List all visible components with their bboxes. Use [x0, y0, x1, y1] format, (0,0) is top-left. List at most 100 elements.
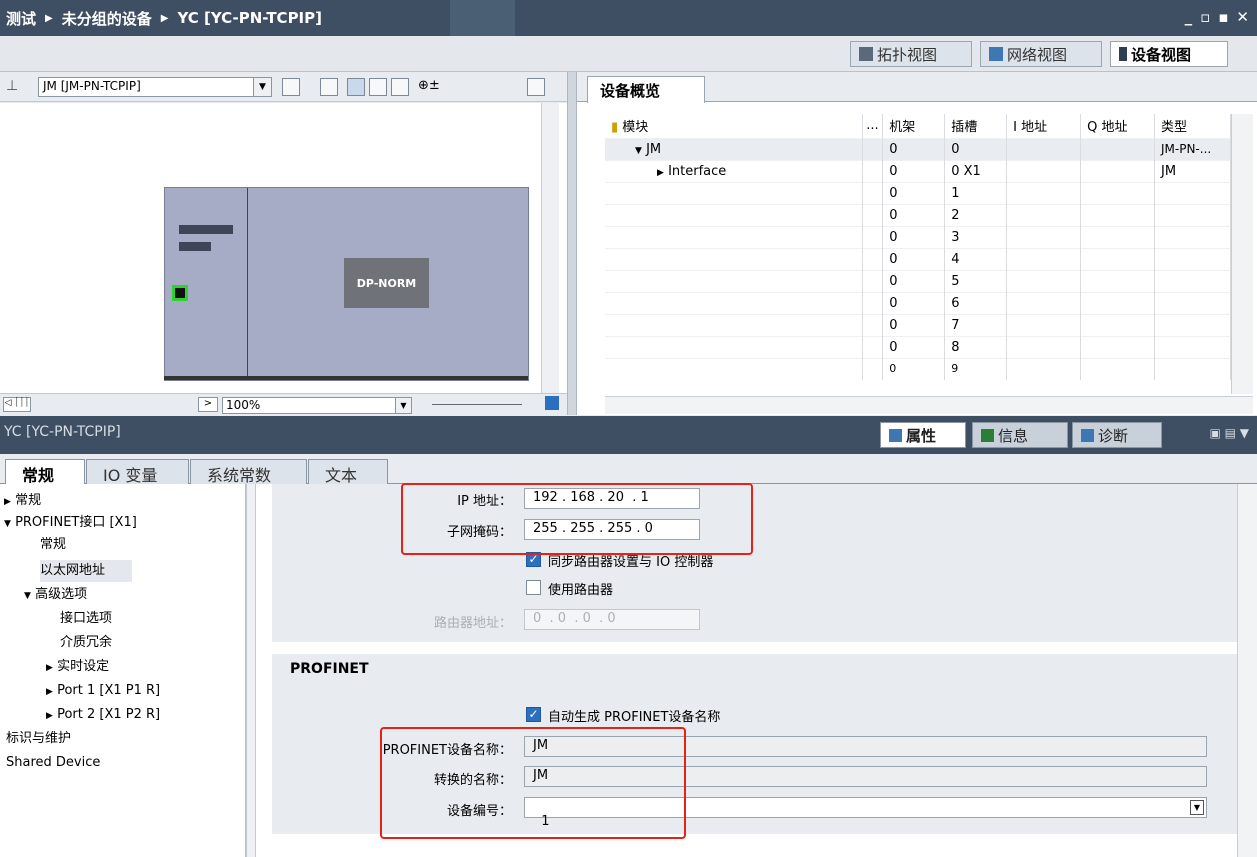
status-led-bar — [179, 242, 211, 251]
chevron-down-icon[interactable]: ▼ — [395, 398, 411, 413]
breadcrumb-device[interactable]: YC [YC-PN-TCPIP] — [177, 9, 322, 27]
chevron-down-icon[interactable]: ▼ — [635, 146, 642, 156]
table-row[interactable]: ▶ Interface 00 X1 JM — [605, 159, 1231, 182]
tab-general[interactable]: 常规 — [5, 459, 85, 485]
annotation-box-ip — [401, 483, 753, 555]
profinet-port-icon[interactable] — [172, 285, 188, 301]
close-button[interactable]: ✕ — [1236, 8, 1249, 26]
router-address-field[interactable]: 0 . 0 . 0 . 0 — [524, 609, 700, 630]
tab-io-tags[interactable]: IO 变量 — [86, 459, 189, 485]
table-row[interactable]: 05 — [605, 269, 1231, 292]
chevron-right-icon[interactable]: ▶ — [657, 168, 664, 178]
table-row[interactable]: ▼ JM 0 0 JM-PN-... — [605, 137, 1231, 160]
tab-device-view[interactable]: 设备视图 — [1110, 41, 1228, 67]
maximize-button[interactable]: ▪ — [1218, 8, 1228, 26]
tab-info[interactable]: 信息 — [972, 422, 1068, 448]
column-header-slot[interactable]: 插槽 — [944, 114, 1008, 138]
restore-button[interactable]: ▫ — [1200, 8, 1210, 26]
nav-item-general[interactable]: ▶ 常规 — [4, 490, 41, 512]
column-header-i-address[interactable]: I 地址 — [1006, 114, 1082, 138]
tab-topology-view[interactable]: 拓扑视图 — [850, 41, 972, 67]
device-overview-table: ▮ 模块 ... 机架 插槽 I 地址 Q 地址 类型 ▼ JM 0 0 JM-PN… — [605, 114, 1231, 380]
tab-network-view[interactable]: 网络视图 — [980, 41, 1102, 67]
nav-item-interface-general[interactable]: 常规 — [40, 534, 66, 556]
nav-item-profinet-interface[interactable]: ▼ PROFINET接口 [X1] — [4, 512, 137, 534]
scroll-left-icon[interactable]: ◁ ⏐⏐⏐ — [3, 397, 31, 412]
chevron-down-icon[interactable]: ▼ — [24, 591, 31, 601]
column-header-type[interactable]: 类型 — [1154, 114, 1231, 138]
titlebar-highlight — [450, 0, 515, 36]
table-row[interactable]: 08 — [605, 335, 1231, 358]
chevron-right-icon[interactable]: ▶ — [46, 663, 53, 673]
minimize-button[interactable]: _ — [1185, 8, 1193, 26]
tab-device-overview[interactable]: 设备概览 — [587, 76, 705, 103]
nav-item-port-2[interactable]: ▶ Port 2 [X1 P2 R] — [46, 704, 160, 726]
panel-controls-icon[interactable]: ▣ ▤ ▼ — [1209, 426, 1249, 440]
table-row[interactable]: 06 — [605, 291, 1231, 314]
overview-vertical-scrollbar[interactable] — [1231, 114, 1253, 394]
chevron-down-icon[interactable]: ▼ — [253, 78, 271, 96]
graphics-toolbar: ⊥ JM [JM-PN-TCPIP] ▼ ⊕± — [0, 72, 567, 102]
chevron-down-icon[interactable]: ▼ — [4, 519, 11, 529]
nav-item-interface-options[interactable]: 接口选项 — [60, 608, 112, 630]
graphics-status-bar: ◁ ⏐⏐⏐ > 100% ▼ — [0, 393, 567, 415]
use-router-checkbox[interactable] — [526, 580, 541, 595]
column-header-q-address[interactable]: Q 地址 — [1080, 114, 1155, 138]
nav-item-port-1[interactable]: ▶ Port 1 [X1 P1 R] — [46, 680, 160, 702]
view-tab-bar: 拓扑视图 网络视图 设备视图 — [0, 36, 1257, 72]
section-title: PROFINET — [290, 661, 369, 677]
chevron-right-icon[interactable]: ▶ — [46, 711, 53, 721]
nav-item-realtime-settings[interactable]: ▶ 实时设定 — [46, 656, 109, 678]
chevron-right-icon[interactable]: ▶ — [4, 497, 11, 507]
add-device-icon[interactable]: ⊥ — [6, 78, 24, 96]
breadcrumb-group[interactable]: 未分组的设备 — [62, 8, 152, 29]
nav-item-identification[interactable]: 标识与维护 — [6, 728, 71, 750]
pointer-icon[interactable] — [347, 78, 365, 96]
breadcrumb-project[interactable]: 测试 — [6, 8, 36, 29]
zoom-selector[interactable]: 100% ▼ — [222, 397, 412, 414]
tab-system-constants[interactable]: 系统常数 — [190, 459, 307, 485]
nav-splitter[interactable] — [246, 484, 256, 857]
column-header-rack[interactable]: 机架 — [882, 114, 946, 138]
overview-tab-bar: 设备概览 — [577, 72, 1257, 103]
table-row[interactable]: 04 — [605, 247, 1231, 270]
tab-diagnostics[interactable]: 诊断 — [1072, 422, 1162, 448]
navigator-icon[interactable] — [545, 396, 559, 410]
table-row[interactable]: 02 — [605, 203, 1231, 226]
overview-toggle-icon[interactable] — [527, 78, 545, 96]
device-list-icon[interactable] — [282, 78, 300, 96]
device-selector[interactable]: JM [JM-PN-TCPIP] ▼ — [38, 77, 272, 97]
graphics-vertical-scrollbar[interactable] — [541, 103, 559, 393]
breadcrumb-arrow-icon: ▶ — [160, 12, 169, 24]
nav-item-media-redundancy[interactable]: 介质冗余 — [60, 632, 112, 654]
overview-horizontal-scrollbar[interactable] — [605, 396, 1253, 414]
diagnostics-icon — [1081, 428, 1094, 442]
column-header-more[interactable]: ... — [862, 114, 884, 138]
module-dp-norm[interactable]: DP-NORM — [344, 258, 429, 308]
inspector-header: YC [YC-PN-TCPIP] 属性 信息 诊断 ▣ ▤ ▼ — [0, 416, 1257, 454]
tab-properties[interactable]: 属性 — [880, 422, 966, 448]
zoom-icon[interactable]: ⊕± — [418, 78, 440, 96]
nav-item-shared-device[interactable]: Shared Device — [6, 752, 100, 774]
nav-item-advanced-options[interactable]: ▼ 高级选项 — [24, 584, 87, 606]
nav-item-ethernet-address[interactable]: 以太网地址 — [40, 560, 132, 582]
form-vertical-scrollbar[interactable] — [1237, 484, 1257, 857]
status-led-bar — [179, 225, 233, 234]
table-row[interactable]: 03 — [605, 225, 1231, 248]
grid-icon[interactable] — [369, 78, 387, 96]
scroll-right-icon[interactable]: > — [198, 397, 218, 412]
show-names-icon[interactable] — [320, 78, 338, 96]
zoom-slider[interactable] — [432, 404, 522, 405]
column-header-module[interactable]: ▮ 模块 — [605, 114, 864, 138]
auto-generate-name-label: 自动生成 PROFINET设备名称 — [548, 710, 721, 725]
table-row[interactable]: 01 — [605, 181, 1231, 204]
table-row[interactable]: 07 — [605, 313, 1231, 336]
tab-texts[interactable]: 文本 — [308, 459, 388, 485]
auto-generate-name-checkbox[interactable]: ✓ — [526, 707, 541, 722]
chevron-right-icon[interactable]: ▶ — [46, 687, 53, 697]
rack-divider — [247, 188, 248, 380]
page-break-icon[interactable] — [391, 78, 409, 96]
table-row[interactable]: 09 — [605, 357, 1231, 380]
pane-splitter[interactable] — [567, 72, 577, 415]
chevron-down-icon[interactable]: ▼ — [1190, 800, 1204, 815]
